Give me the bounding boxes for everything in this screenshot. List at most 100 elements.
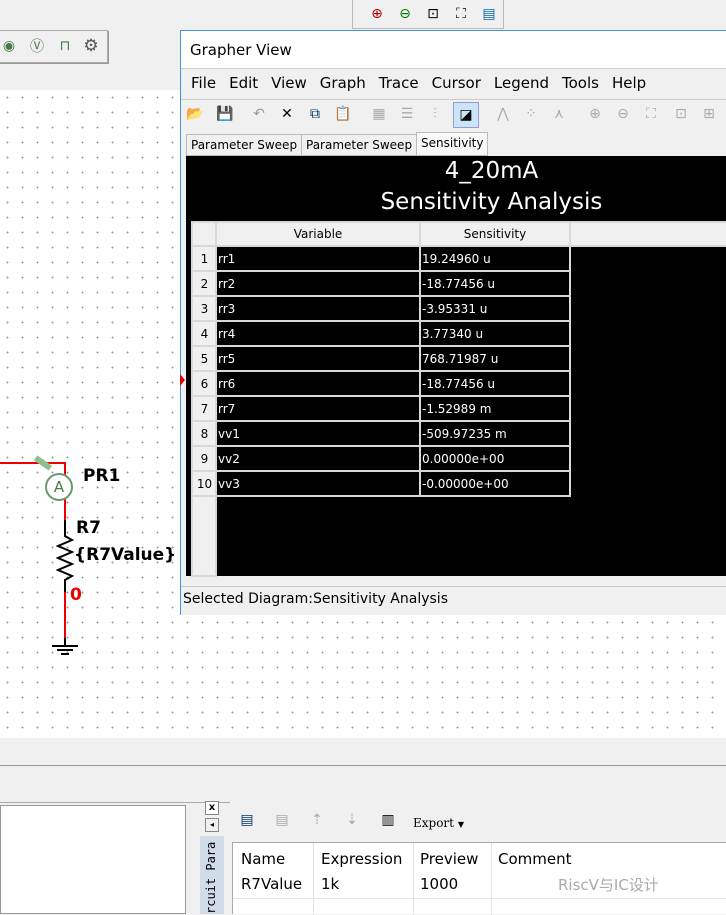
- menu-cursor[interactable]: Cursor: [432, 74, 481, 99]
- zoom-toolbar: ⊕ ⊖ ⊡ ⛶ ▤: [352, 0, 504, 29]
- zoom-fit-icon[interactable]: ⛶: [451, 4, 471, 24]
- zoom-x-icon[interactable]: ⊡: [671, 104, 691, 124]
- cell-sensitivity[interactable]: -509.97235 m: [419, 420, 571, 447]
- resistor-name: R7: [76, 518, 101, 538]
- grid-view-icon[interactable]: ▤: [479, 4, 499, 24]
- zoom-fit-icon[interactable]: ⛶: [641, 104, 661, 124]
- cell-variable[interactable]: rr2: [215, 270, 421, 297]
- voltage-probe-icon[interactable]: Ⓥ: [27, 36, 47, 56]
- menu-view[interactable]: View: [271, 74, 307, 99]
- menu-legend[interactable]: Legend: [494, 74, 549, 99]
- menu-graph[interactable]: Graph: [320, 74, 366, 99]
- export-button[interactable]: Export ▼: [413, 816, 464, 830]
- menu-edit[interactable]: Edit: [229, 74, 258, 99]
- resistor-icon[interactable]: [56, 530, 76, 592]
- ac-probe-icon[interactable]: ◉: [0, 36, 19, 56]
- zoom-out-icon[interactable]: ⊖: [613, 104, 633, 124]
- table-row[interactable]: 10 vv3 -0.00000e+00: [191, 470, 726, 497]
- wire[interactable]: [0, 462, 66, 464]
- table-row[interactable]: 8 vv1 -509.97235 m: [191, 420, 726, 447]
- table-row[interactable]: 4 rr4 3.77340 u: [191, 320, 726, 347]
- tab-parameter-sweep-1[interactable]: Parameter Sweep: [186, 134, 303, 156]
- move-up-icon[interactable]: ⇡: [307, 810, 327, 830]
- pulse-probe-icon[interactable]: ⊓: [55, 36, 75, 56]
- dock-tab[interactable]: rcuit Para: [200, 836, 224, 914]
- column-header-variable[interactable]: Variable: [215, 221, 421, 247]
- zoom-y-icon[interactable]: ⊞: [699, 104, 719, 124]
- menu-trace[interactable]: Trace: [379, 74, 419, 99]
- sensitivity-table: Variable Sensitivity 1 rr1 19.24960 u 2 rr2-…: [191, 221, 726, 577]
- zoom-in-icon[interactable]: ⊕: [585, 104, 605, 124]
- table-row[interactable]: 9 vv2 0.00000e+00: [191, 445, 726, 472]
- cell-variable[interactable]: rr4: [215, 320, 421, 347]
- zoom-out-icon[interactable]: ⊖: [395, 4, 415, 24]
- ammeter-probe[interactable]: A: [45, 473, 73, 501]
- cell-variable[interactable]: rr6: [215, 370, 421, 397]
- table-row[interactable]: 2 rr2 -18.77456 u: [191, 270, 726, 297]
- cell-sensitivity[interactable]: -18.77456 u: [419, 270, 571, 297]
- cell-variable[interactable]: rr1: [215, 245, 421, 272]
- table-row[interactable]: 5 rr5 768.71987 u: [191, 345, 726, 372]
- row-number: 6: [191, 370, 217, 397]
- cell-preview[interactable]: 1000: [420, 875, 458, 893]
- zoom-in-icon[interactable]: ⊕: [367, 4, 387, 24]
- paste-icon[interactable]: 📋: [333, 104, 353, 124]
- undo-icon[interactable]: ↶: [249, 104, 269, 124]
- dock-tab-label: rcuit Para: [204, 841, 218, 914]
- cell-variable[interactable]: rr5: [215, 345, 421, 372]
- cell-variable[interactable]: vv2: [215, 445, 421, 472]
- left-pane[interactable]: [0, 805, 186, 914]
- cell-sensitivity[interactable]: -3.95331 u: [419, 295, 571, 322]
- column-header-name[interactable]: Name: [241, 850, 285, 868]
- cell-sensitivity[interactable]: -1.52989 m: [419, 395, 571, 422]
- add-row-icon[interactable]: ▤: [237, 810, 257, 830]
- table-row[interactable]: 7 rr7 -1.52989 m: [191, 395, 726, 422]
- table-row[interactable]: 1 rr1 19.24960 u: [191, 245, 726, 272]
- tab-parameter-sweep-2[interactable]: Parameter Sweep: [301, 134, 418, 156]
- line-icon[interactable]: ⋀: [493, 104, 513, 124]
- column-header-preview[interactable]: Preview: [420, 850, 478, 868]
- points-icon[interactable]: ⁘: [521, 104, 541, 124]
- tab-sensitivity[interactable]: Sensitivity: [416, 132, 489, 156]
- table-row[interactable]: 3 rr3 -3.95331 u: [191, 295, 726, 322]
- cell-sensitivity[interactable]: 768.71987 u: [419, 345, 571, 372]
- cell-sensitivity[interactable]: -18.77456 u: [419, 370, 571, 397]
- overlay-traces-icon[interactable]: ◪: [453, 102, 479, 128]
- line-points-icon[interactable]: ⋏: [549, 104, 569, 124]
- zoom-area-icon[interactable]: ⊡: [423, 4, 443, 24]
- move-down-icon[interactable]: ⇣: [342, 810, 362, 830]
- cell-variable[interactable]: vv1: [215, 420, 421, 447]
- close-dock-button[interactable]: x: [205, 801, 219, 815]
- column-header-sensitivity[interactable]: Sensitivity: [419, 221, 571, 247]
- gear-icon[interactable]: ⚙: [81, 36, 101, 56]
- column-header-expression[interactable]: Expression: [321, 850, 402, 868]
- ground-icon: [52, 638, 78, 655]
- wire[interactable]: [64, 590, 66, 640]
- copy-icon[interactable]: ⧉: [305, 104, 325, 124]
- cell-variable[interactable]: rr3: [215, 295, 421, 322]
- cell-sensitivity[interactable]: 19.24960 u: [419, 245, 571, 272]
- open-icon[interactable]: 📂: [185, 104, 205, 124]
- cut-icon[interactable]: ✕: [277, 104, 297, 124]
- cell-sensitivity[interactable]: 3.77340 u: [419, 320, 571, 347]
- collapse-dock-icon[interactable]: ◂: [205, 818, 219, 832]
- cell-sensitivity[interactable]: -0.00000e+00: [419, 470, 571, 497]
- menu-file[interactable]: File: [191, 74, 216, 99]
- cell-variable[interactable]: vv3: [215, 470, 421, 497]
- table-row[interactable]: 6 rr6 -18.77456 u: [191, 370, 726, 397]
- cursor-icon[interactable]: ⫶: [425, 104, 445, 124]
- cell-expression[interactable]: 1k: [321, 875, 339, 893]
- insert-icon[interactable]: ▥: [378, 810, 398, 830]
- menu-tools[interactable]: Tools: [562, 74, 599, 99]
- sensitivity-diagram[interactable]: 4_20mA Sensitivity Analysis Variable Sen…: [186, 156, 726, 577]
- watermark: RiscV与IC设计: [558, 876, 659, 894]
- legend-icon[interactable]: ☰: [397, 104, 417, 124]
- menu-help[interactable]: Help: [612, 74, 646, 99]
- cell-name[interactable]: R7Value: [241, 875, 302, 893]
- grid-icon[interactable]: ▦: [369, 104, 389, 124]
- cell-sensitivity[interactable]: 0.00000e+00: [419, 445, 571, 472]
- delete-row-icon[interactable]: ▤: [272, 810, 292, 830]
- save-icon[interactable]: 💾: [215, 104, 235, 124]
- cell-variable[interactable]: rr7: [215, 395, 421, 422]
- column-header-comment[interactable]: Comment: [498, 850, 572, 868]
